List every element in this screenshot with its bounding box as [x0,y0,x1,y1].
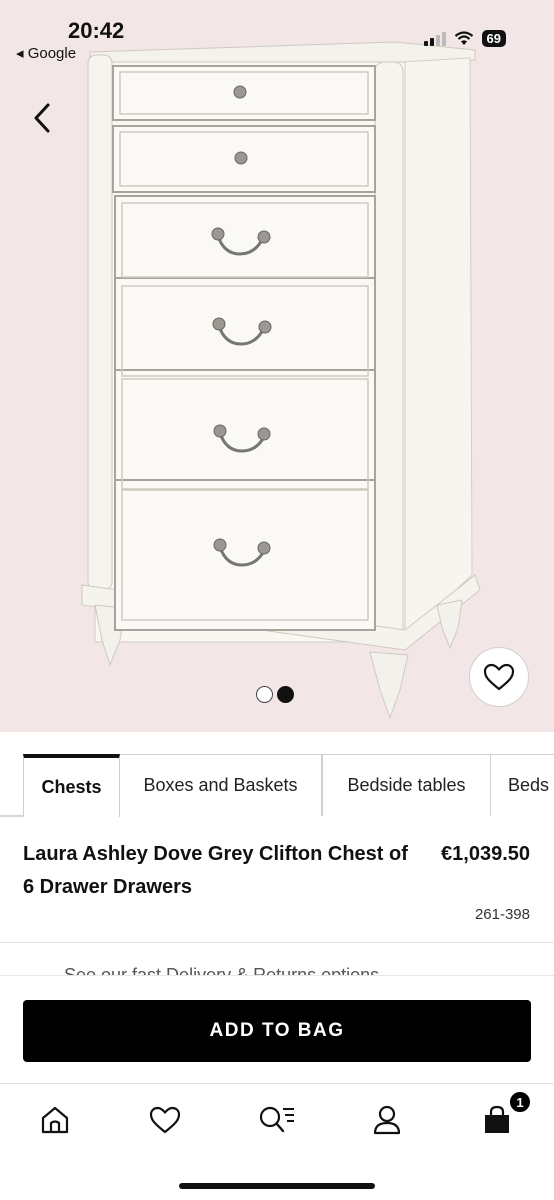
add-to-wishlist-button[interactable] [469,647,529,707]
delivery-returns-row[interactable]: See our fast Delivery & Returns options … [0,943,554,975]
heart-icon [149,1106,181,1134]
tab-bedside-tables[interactable]: Bedside tables [322,754,491,816]
status-icons: 69 [423,30,506,47]
account-icon [373,1105,401,1135]
tab-label: Chests [41,777,102,797]
tab-label: Beds [508,775,550,795]
tab-beds[interactable]: Beds [490,754,554,816]
tab-chests[interactable]: Chests [23,754,120,817]
status-bar: 20:42 ◂ Google 69 [0,0,554,70]
carousel-dot[interactable] [256,686,273,703]
nav-search[interactable] [257,1100,297,1140]
search-list-icon [259,1106,294,1133]
add-to-bag-bar: ADD TO BAG [0,975,554,1083]
carousel-dots [256,686,294,703]
tab-label: Boxes and Baskets [143,775,298,795]
home-icon [41,1106,69,1134]
status-time: 20:42 [68,18,125,43]
tab-boxes-and-baskets[interactable]: Boxes and Baskets [119,754,322,816]
back-to-app-link[interactable]: ◂ Google [16,44,76,62]
chevron-left-icon [34,103,50,133]
nav-home[interactable] [35,1100,75,1140]
product-image-gallery[interactable]: 20:42 ◂ Google 69 [0,0,554,732]
heart-icon [483,663,515,691]
battery-level: 69 [481,30,506,47]
home-indicator [179,1183,375,1189]
bottom-navigation: 1 [0,1083,554,1200]
product-code: 261-398 [474,906,530,923]
bag-count-badge: 1 [508,1090,532,1114]
carousel-dot-active[interactable] [277,686,294,703]
product-info: Laura Ashley Dove Grey Clifton Chest of … [0,818,554,943]
product-image [81,41,481,720]
bag-icon [485,1105,509,1133]
cellular-signal-icon [423,31,446,46]
nav-account[interactable] [367,1100,407,1140]
delivery-returns-text: See our fast Delivery & Returns options [64,965,380,975]
product-title: Laura Ashley Dove Grey Clifton Chest of … [23,843,408,898]
add-to-bag-button[interactable]: ADD TO BAG [23,1000,531,1062]
product-price: €1,039.50 [441,843,530,865]
tab-divider [0,816,24,817]
chevron-down-icon: ⌄ [514,967,526,975]
category-tabs: Chests Boxes and Baskets Bedside tables … [0,732,554,817]
tab-label: Bedside tables [347,775,466,795]
nav-favourites[interactable] [145,1100,185,1140]
wifi-icon [454,31,473,45]
back-button[interactable] [26,100,58,136]
